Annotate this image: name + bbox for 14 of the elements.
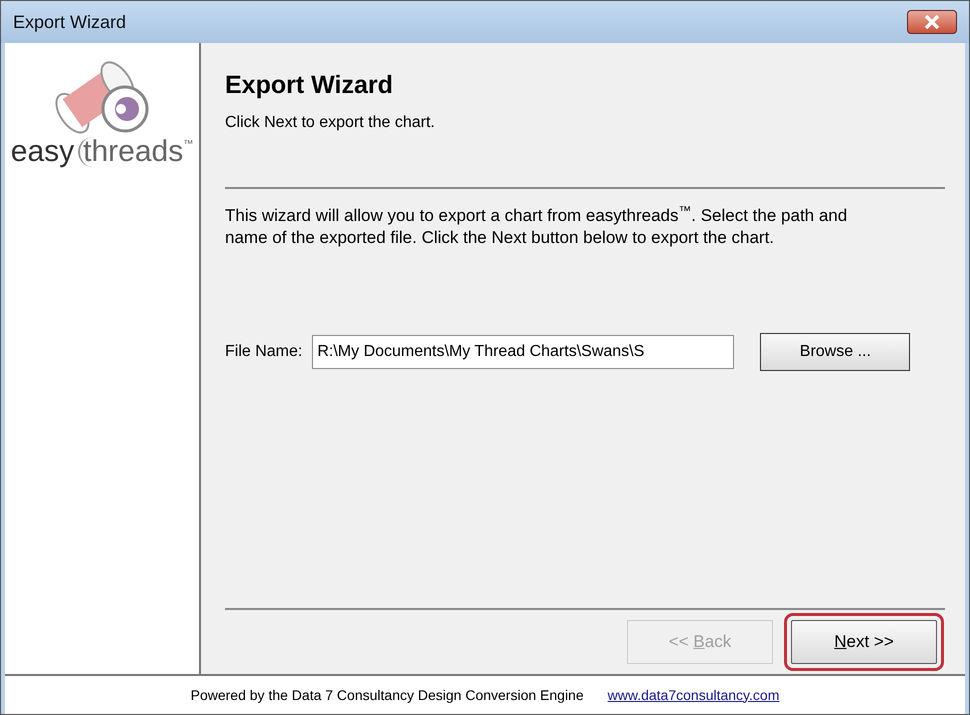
file-name-field[interactable]: R:\My Documents\My Thread Charts\Swans\S [312,335,734,369]
wizard-title: Export Wizard [225,70,394,101]
close-icon [924,15,940,29]
file-name-label: File Name: [225,342,302,362]
window-title: Export Wizard [13,10,126,34]
trademark-mark: ™ [183,138,194,152]
close-button[interactable] [907,10,957,34]
browse-button[interactable]: Browse ... [760,333,910,371]
wizard-subtitle: Click Next to export the chart. [225,112,436,132]
description-text: This wizard will allow you to export a chart from easythreads$^{™}$. Select the path and name of the exported file. Click the Next button below to export the chart. [225,205,848,249]
logo-text: easy [10,137,74,167]
logo-text: threads [78,137,184,167]
footer-text: Powered by the Data 7 Consultancy Design Conversion Engine [190,686,584,705]
website-link[interactable]: www.data7consultancy.com [608,684,780,706]
